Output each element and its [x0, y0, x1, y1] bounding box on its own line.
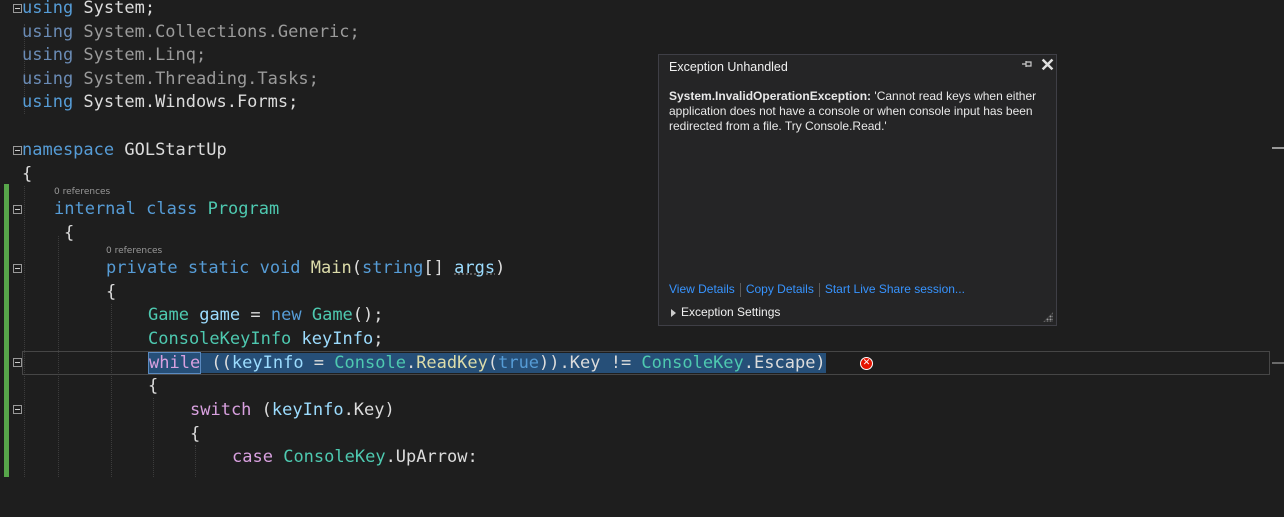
keyword: internal [54, 199, 136, 219]
keyword: case [232, 447, 273, 467]
brace: { [106, 282, 117, 302]
selected-text: .Escape) [743, 353, 826, 373]
code-line: private static void Main(string[] args) [0, 256, 505, 280]
namespace-text: System.Collections.Generic; [73, 22, 360, 42]
variable: keyInfo [301, 329, 374, 349]
code-line: using System.Linq; [0, 43, 206, 67]
popup-links: View Details Copy Details Start Live Share… [669, 282, 965, 297]
indent-guide [195, 445, 196, 477]
code-line: ConsoleKeyInfo keyInfo; [0, 327, 383, 351]
code-line: { [0, 162, 41, 186]
resize-grip-icon[interactable] [1043, 312, 1053, 322]
divider [739, 282, 741, 297]
type-name: Game [148, 305, 189, 325]
namespace-text: System; [73, 0, 156, 18]
keyword: void [259, 258, 301, 278]
type-name: Game [311, 305, 353, 325]
keyword: true [498, 353, 540, 373]
keyword: using [22, 45, 74, 65]
operator: = [240, 305, 271, 325]
member: .UpArrow: [385, 447, 478, 467]
code-line: { [0, 280, 116, 304]
live-share-link[interactable]: Start Live Share session... [825, 282, 965, 296]
operator: = [303, 353, 335, 373]
triangle-right-icon [671, 308, 676, 317]
popup-title: Exception Unhandled [669, 60, 788, 74]
code-line: Game game = new Game(); [0, 303, 384, 327]
brace: { [64, 223, 75, 243]
indent-guide [153, 398, 154, 477]
keyword: using [22, 22, 74, 42]
member: .Key) [343, 400, 395, 420]
brace: { [22, 164, 33, 184]
keyword: string [361, 258, 424, 278]
close-icon[interactable]: ✕ [1040, 55, 1055, 76]
paren: ( [351, 258, 362, 278]
selected-text: (( [201, 353, 232, 373]
punctuation: . [405, 353, 417, 373]
code-line: using System.Threading.Tasks; [0, 67, 319, 91]
selected-text: Key != [569, 353, 642, 373]
code-line: using System; [0, 0, 155, 20]
punctuation: )). [539, 353, 570, 373]
code-line: namespace GOLStartUp [0, 138, 227, 162]
paren: ) [495, 258, 506, 278]
brace: { [190, 424, 201, 444]
code-line-current: while ((keyInfo = Console.ReadKey(true))… [0, 351, 826, 375]
class-name: Program [207, 199, 280, 219]
keyword: namespace [22, 140, 115, 160]
method-name: ReadKey [416, 353, 488, 373]
type-name: Console [334, 353, 406, 373]
namespace-text: System.Threading.Tasks; [73, 69, 319, 89]
divider [818, 282, 820, 297]
indent-guide [111, 304, 112, 477]
keyword: using [22, 0, 74, 18]
type-name: ConsoleKeyInfo [148, 329, 292, 349]
keyword: new [270, 305, 302, 325]
parameter: args [454, 258, 496, 278]
exception-settings-toggle[interactable]: Exception Settings [671, 305, 780, 319]
view-details-link[interactable]: View Details [669, 282, 735, 296]
code-editor[interactable]: using System; using System.Collections.G… [0, 0, 1284, 477]
code-line: case ConsoleKey.UpArrow: [0, 445, 478, 469]
punctuation: (); [352, 305, 384, 325]
exception-popup: Exception Unhandled ✕ System.InvalidOper… [658, 54, 1057, 326]
code-line: using System.Windows.Forms; [0, 90, 298, 114]
code-line: using System.Collections.Generic; [0, 20, 360, 44]
keyword: static [187, 258, 250, 278]
scrollbar-marker [1272, 362, 1284, 364]
variable: keyInfo [231, 353, 304, 373]
punctuation: ; [373, 329, 384, 349]
code-line: { [0, 374, 158, 398]
type-name: ConsoleKey [641, 353, 744, 373]
method-name: Main [310, 258, 352, 278]
namespace-text: System.Linq; [73, 45, 207, 65]
paren: ( [251, 400, 272, 420]
variable: game [199, 305, 241, 325]
namespace-text: System.Windows.Forms; [73, 92, 299, 112]
keyword-selected: while [148, 352, 202, 374]
code-line: switch (keyInfo.Key) [0, 398, 395, 422]
brackets: [] [423, 258, 455, 278]
keyword: class [146, 199, 198, 219]
keyword: using [22, 69, 74, 89]
pin-icon[interactable] [1021, 58, 1033, 72]
exception-message: System.InvalidOperationException: 'Canno… [669, 89, 1044, 134]
code-line: { [0, 422, 200, 446]
copy-details-link[interactable]: Copy Details [746, 282, 814, 296]
exception-type: System.InvalidOperationException: [669, 89, 872, 103]
scrollbar-marker [1272, 147, 1284, 149]
namespace-name: GOLStartUp [114, 140, 227, 160]
code-line: internal class Program [0, 197, 279, 221]
type-name: ConsoleKey [283, 447, 386, 467]
error-icon[interactable]: ✕ [860, 357, 873, 370]
code-line: { [0, 221, 74, 245]
keyword: switch [190, 400, 252, 420]
keyword: private [106, 258, 178, 278]
variable: keyInfo [271, 400, 344, 420]
brace: { [148, 376, 159, 396]
punctuation: ( [487, 353, 499, 373]
exception-settings-label: Exception Settings [681, 305, 781, 319]
keyword: using [22, 92, 74, 112]
